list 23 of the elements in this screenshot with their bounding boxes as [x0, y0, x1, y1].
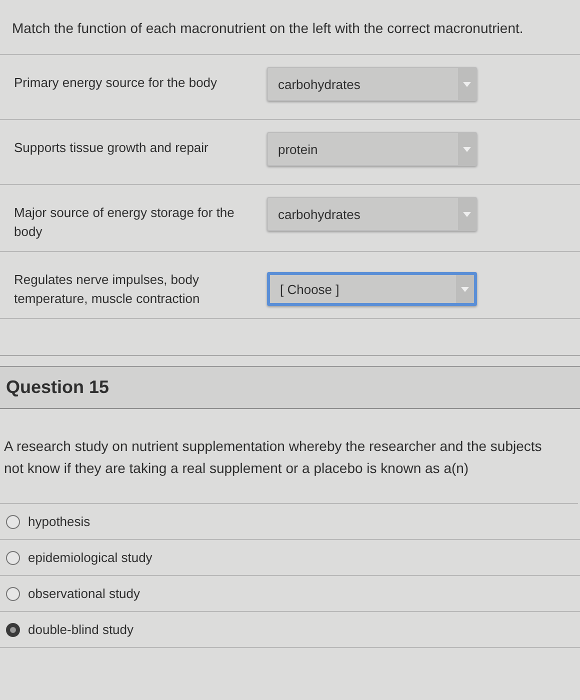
answer-dropdown[interactable]: [ Choose ]: [267, 272, 477, 306]
item-label: Primary energy source for the body: [14, 74, 218, 92]
option-label: observational study: [28, 586, 140, 601]
caret-icon: [463, 82, 471, 86]
item-label: Regulates nerve impulses, body temperature, muscle contraction: [14, 271, 201, 308]
radio-button[interactable]: [6, 622, 20, 636]
radio-button[interactable]: [6, 586, 20, 600]
answer-dropdown[interactable]: protein: [267, 132, 477, 166]
radio-button[interactable]: [6, 550, 20, 564]
option-label: hypothesis: [28, 514, 90, 529]
caret-icon: [463, 212, 471, 216]
caret-icon: [461, 286, 469, 292]
radio-button[interactable]: [6, 514, 20, 528]
question-title: Question 15: [0, 366, 580, 409]
option-label: double-blind study: [28, 622, 134, 637]
option-label: epidemiological study: [28, 550, 152, 565]
answer-dropdown[interactable]: carbohydrates: [267, 67, 477, 101]
question-text: A research study on nutrient supplementation whereby the researcher and the subjects not know if they are taking a real supplement or a placebo is known as a(n): [0, 409, 578, 504]
item-label: Supports tissue growth and repair: [14, 139, 210, 157]
caret-icon: [463, 146, 471, 152]
answer-dropdown[interactable]: carbohydrates: [267, 197, 477, 231]
item-label: Major source of energy storage for the body: [14, 204, 236, 241]
instruction-text: Match the function of each macronutrient on the left with the correct macronutrient.: [0, 0, 580, 55]
